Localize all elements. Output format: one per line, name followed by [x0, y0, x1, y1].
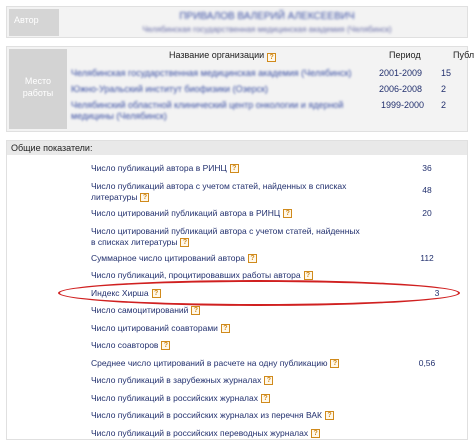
workplaces-label-line1: Место — [24, 76, 52, 86]
question-help-icon[interactable]: ? — [151, 289, 161, 299]
indicator-vak-journals: Число публикаций в российских журналах и… — [91, 410, 361, 421]
question-help-icon[interactable]: ? — [311, 429, 321, 439]
workplaces-header: Название организации? Период Публ. — [69, 47, 474, 65]
indicator-value[interactable]: 112 — [407, 253, 447, 263]
indicator-coauthors: Число соавторов? — [91, 340, 361, 351]
workplace-org[interactable]: Южно-Уральский институт биофизики (Озерс… — [71, 84, 268, 94]
question-help-icon[interactable]: ? — [161, 341, 171, 351]
workplace-row: Челябинская государственная медицинская … — [69, 65, 465, 78]
question-help-icon[interactable]: ? — [267, 53, 277, 62]
question-help-icon[interactable]: ? — [247, 254, 257, 264]
indicator-publications-rinc: Число публикаций автора в РИНЦ? — [91, 163, 361, 174]
question-help-icon[interactable]: ? — [324, 411, 334, 421]
indicator-value: 3 — [434, 288, 440, 298]
indicator-citations-with-refs: Число цитирований публикаций автора с уч… — [91, 226, 360, 248]
question-help-icon[interactable]: ? — [229, 164, 239, 174]
workplaces-label: Место работы — [9, 49, 67, 129]
header-org: Название организации? — [169, 50, 277, 62]
indicator-translated-journals: Число публикаций в российских переводных… — [91, 428, 361, 439]
question-help-icon[interactable]: ? — [191, 306, 201, 316]
workplace-period: 2001-2009 — [379, 68, 423, 78]
question-help-icon[interactable]: ? — [140, 193, 150, 203]
indicator-avg-citations: Среднее число цитирований в расчете на о… — [91, 358, 361, 369]
general-title: Общие показатели: — [7, 141, 467, 155]
indicator-value[interactable]: 36 — [407, 163, 447, 173]
question-help-icon[interactable]: ? — [283, 209, 293, 219]
workplace-org[interactable]: Челябинский областной клинический центр … — [71, 100, 361, 122]
indicator-foreign-journals: Число публикаций в зарубежных журналах? — [91, 375, 361, 386]
general-indicators-block: Общие показатели: Число публикаций автор… — [6, 140, 468, 440]
indicator-citations-rinc: Число цитирований публикаций автора в РИ… — [91, 208, 361, 219]
indicator-self-citations: Число самоцитирований? — [91, 305, 361, 316]
indicator-total-citations: Суммарное число цитирований автора? — [91, 253, 361, 264]
header-period: Период — [389, 50, 421, 60]
workplace-row: Челябинский областной клинический центр … — [69, 97, 465, 121]
indicator-citing-publications: Число публикаций, процитировавших работы… — [91, 270, 361, 281]
question-help-icon[interactable]: ? — [330, 359, 340, 369]
indicator-value: 0,56 — [418, 358, 436, 368]
author-organization: Челябинская государственная медицинская … — [142, 25, 392, 34]
workplaces-label-line2: работы — [22, 88, 54, 98]
header-pubs: Публ. — [453, 50, 474, 60]
author-label: Автор — [9, 9, 59, 36]
workplace-row: Южно-Уральский институт биофизики (Озерс… — [69, 81, 465, 94]
question-help-icon[interactable]: ? — [180, 238, 190, 248]
question-help-icon[interactable]: ? — [303, 271, 313, 281]
question-help-icon[interactable]: ? — [220, 324, 230, 334]
workplace-pubs[interactable]: 2 — [441, 84, 446, 94]
workplace-period: 2006-2008 — [379, 84, 423, 94]
workplaces-table: Название организации? Период Публ. Челяб… — [69, 47, 474, 121]
workplace-org[interactable]: Челябинская государственная медицинская … — [71, 68, 352, 78]
workplace-period: 1999-2000 — [381, 100, 425, 110]
workplace-pubs[interactable]: 15 — [441, 68, 451, 78]
workplaces-block: Место работы Название организации? Перио… — [6, 46, 474, 132]
question-help-icon[interactable]: ? — [264, 376, 274, 386]
question-help-icon[interactable]: ? — [261, 394, 270, 404]
author-name[interactable]: ПРИВАЛОВ ВАЛЕРИЙ АЛЕКСЕЕВИЧ — [67, 11, 467, 22]
indicator-value[interactable]: 48 — [407, 185, 447, 195]
indicator-coauthor-citations: Число цитирований соавторами? — [91, 323, 361, 334]
indicator-value[interactable]: 20 — [407, 208, 447, 218]
indicator-publications-with-refs: Число публикаций автора с учетом статей,… — [91, 181, 347, 203]
indicator-hirsch-index: Индекс Хирша? — [91, 288, 361, 299]
indicator-russian-journals: Число публикаций в российских журналах? — [91, 393, 361, 404]
author-block: Автор ПРИВАЛОВ ВАЛЕРИЙ АЛЕКСЕЕВИЧ Челяби… — [6, 6, 468, 38]
workplace-pubs[interactable]: 2 — [441, 100, 446, 110]
